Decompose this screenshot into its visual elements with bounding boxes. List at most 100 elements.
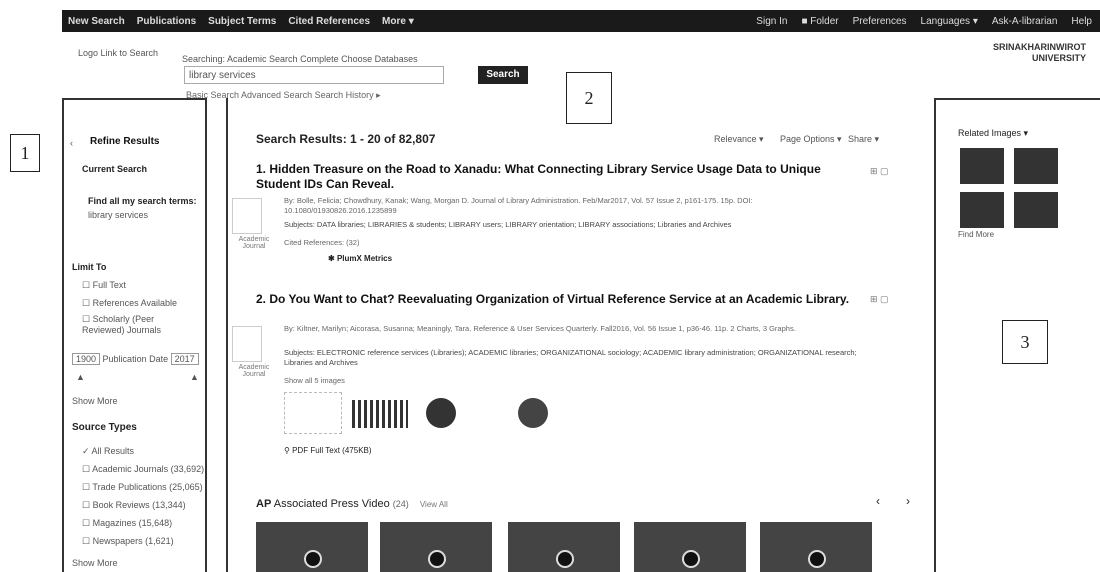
left-collapse-strip[interactable] bbox=[206, 98, 228, 572]
pdf-label: PDF Full Text (475KB) bbox=[292, 446, 372, 455]
related-images-panel: Related Images ▾ Find More bbox=[934, 98, 1100, 572]
nav-subject-terms[interactable]: Subject Terms bbox=[208, 16, 276, 27]
image-thumb-3[interactable] bbox=[426, 398, 456, 428]
plumx-icon: ✱ bbox=[328, 254, 337, 263]
find-all-label: Find all my search terms: bbox=[88, 196, 197, 206]
related-image-3[interactable] bbox=[960, 192, 1004, 228]
nav-publications[interactable]: Publications bbox=[137, 16, 196, 27]
searching-databases: Searching: Academic Search Complete Choo… bbox=[182, 54, 418, 64]
scholarly-label: Scholarly (Peer Reviewed) Journals bbox=[82, 314, 162, 335]
search-terms-value: library services bbox=[88, 210, 149, 220]
trade-publications-option[interactable]: ☐ Trade Publications (25,065) bbox=[82, 482, 203, 493]
nav-more[interactable]: More ▾ bbox=[382, 16, 414, 27]
folder-link[interactable]: ■ Folder bbox=[801, 16, 838, 27]
scholarly-checkbox[interactable]: ☐ Scholarly (Peer Reviewed) Journals bbox=[82, 314, 192, 335]
relevance-sort[interactable]: Relevance ▾ bbox=[714, 134, 764, 145]
full-text-label: Full Text bbox=[92, 280, 126, 290]
help-link[interactable]: Help bbox=[1071, 16, 1092, 27]
book-reviews-option[interactable]: ☐ Book Reviews (13,344) bbox=[82, 500, 186, 511]
pdf-icon: ⚲ bbox=[284, 446, 293, 455]
book-label: Book Reviews (13,344) bbox=[92, 500, 186, 510]
date-slider-right-handle[interactable]: ▲ bbox=[190, 372, 199, 382]
full-text-checkbox[interactable]: ☐ Full Text bbox=[82, 280, 126, 291]
refine-title: Refine Results bbox=[90, 136, 160, 147]
logo-link[interactable]: Logo Link to Search bbox=[78, 48, 158, 58]
sign-in-link[interactable]: Sign In bbox=[756, 16, 787, 27]
search-input[interactable]: library services bbox=[184, 66, 444, 84]
references-checkbox[interactable]: ☐ References Available bbox=[82, 298, 177, 309]
ap-video-title: Associated Press Video bbox=[273, 498, 390, 510]
carousel-next-icon[interactable]: › bbox=[906, 494, 910, 508]
result-2-title[interactable]: 2. Do You Want to Chat? Reevaluating Org… bbox=[256, 292, 856, 307]
languages-menu[interactable]: Languages ▾ bbox=[921, 16, 978, 27]
video-thumb-1[interactable] bbox=[256, 522, 368, 572]
academic-label: Academic Journals (33,692) bbox=[92, 464, 205, 474]
page-options-menu[interactable]: Page Options ▾ bbox=[780, 134, 842, 145]
academic-journals-option[interactable]: ☐ Academic Journals (33,692) bbox=[82, 464, 204, 475]
journal-icon-2 bbox=[232, 326, 262, 362]
nav-new-search[interactable]: New Search bbox=[68, 16, 125, 27]
video-thumb-4[interactable] bbox=[634, 522, 746, 572]
video-thumb-3[interactable] bbox=[508, 522, 620, 572]
magazines-option[interactable]: ☐ Magazines (15,648) bbox=[82, 518, 172, 529]
plumx-label: PlumX Metrics bbox=[336, 254, 393, 263]
refine-results-panel: ‹ Refine Results Current Search Find all… bbox=[62, 98, 207, 572]
ap-logo: AP bbox=[256, 498, 272, 510]
annotation-box-1: 1 bbox=[10, 134, 40, 172]
newspapers-option[interactable]: ☐ Newspapers (1,621) bbox=[82, 536, 174, 547]
image-thumb-2[interactable] bbox=[352, 400, 408, 428]
result-2-citation: By: Kiltner, Marilyn; Aicorasa, Susanna;… bbox=[284, 324, 796, 333]
result-1-title[interactable]: 1. Hidden Treasure on the Road to Xanadu… bbox=[256, 162, 856, 192]
year-to-input[interactable]: 2017 bbox=[170, 353, 199, 365]
pub-date-label: Publication Date bbox=[102, 354, 169, 364]
result-2-subjects: Subjects: ELECTRONIC reference services … bbox=[284, 348, 857, 367]
annotation-number-1: 1 bbox=[20, 142, 30, 163]
results-panel: Search Results: 1 - 20 of 82,807 Relevan… bbox=[228, 98, 918, 572]
pub-date-range: 1900 Publication Date 2017 bbox=[72, 353, 199, 365]
image-thumb-1[interactable] bbox=[284, 392, 342, 434]
search-button[interactable]: Search bbox=[478, 66, 528, 84]
image-thumb-4[interactable] bbox=[518, 398, 548, 428]
collapse-left-icon[interactable]: ‹ bbox=[70, 138, 73, 148]
result-1-citation: By: Bolle, Felicia; Chowdhury, Kanak; Wa… bbox=[284, 196, 753, 215]
share-menu[interactable]: Share ▾ bbox=[848, 134, 879, 145]
video-thumb-5[interactable] bbox=[760, 522, 872, 572]
nav-cited-references[interactable]: Cited References bbox=[288, 16, 370, 27]
show-images-link[interactable]: Show all 5 images bbox=[284, 376, 345, 385]
ap-video-count: (24) bbox=[392, 499, 409, 509]
video-thumb-2[interactable] bbox=[380, 522, 492, 572]
ask-librarian-link[interactable]: Ask-A-librarian bbox=[992, 16, 1058, 27]
references-label: References Available bbox=[92, 298, 177, 308]
view-all-link[interactable]: View All bbox=[420, 500, 448, 509]
find-more-link[interactable]: Find More bbox=[958, 230, 994, 239]
related-image-4[interactable] bbox=[1014, 192, 1058, 228]
ap-video-heading: AP Associated Press Video (24) View All bbox=[256, 498, 448, 510]
result-1-cited-refs[interactable]: Cited References: (32) bbox=[284, 238, 359, 247]
related-image-1[interactable] bbox=[960, 148, 1004, 184]
journal-icon bbox=[232, 198, 262, 234]
university-name: SRINAKHARINWIROT UNIVERSITY bbox=[993, 42, 1086, 63]
carousel-prev-icon[interactable]: ‹ bbox=[876, 494, 880, 508]
plumx-link[interactable]: ✱ PlumX Metrics bbox=[328, 254, 392, 263]
trade-label: Trade Publications (25,065) bbox=[92, 482, 203, 492]
news-label: Newspapers (1,621) bbox=[92, 536, 174, 546]
related-images-heading[interactable]: Related Images ▾ bbox=[958, 128, 1028, 139]
all-results-label: All Results bbox=[91, 446, 135, 456]
result-2-tools-icon[interactable]: ⊞ ▢ bbox=[870, 294, 889, 305]
pdf-full-text-link[interactable]: ⚲ PDF Full Text (475KB) bbox=[284, 446, 372, 455]
results-count: Search Results: 1 - 20 of 82,807 bbox=[256, 132, 436, 146]
result-1-tools-icon[interactable]: ⊞ ▢ bbox=[870, 166, 889, 177]
year-from-input[interactable]: 1900 bbox=[72, 353, 101, 365]
date-slider-left-handle[interactable]: ▲ bbox=[76, 372, 85, 382]
mag-label: Magazines (15,648) bbox=[92, 518, 173, 528]
show-more-link[interactable]: Show More bbox=[72, 396, 118, 406]
limit-to-heading: Limit To bbox=[72, 262, 107, 272]
result-1-doc-type: Academic Journal bbox=[238, 236, 270, 250]
related-image-2[interactable] bbox=[1014, 148, 1058, 184]
folder-label: Folder bbox=[810, 15, 839, 27]
all-results-option[interactable]: ✓ All Results bbox=[82, 446, 134, 457]
current-search-heading: Current Search bbox=[82, 164, 148, 174]
result-1-subjects: Subjects: DATA libraries; LIBRARIES & st… bbox=[284, 220, 732, 229]
show-more-sources-link[interactable]: Show More bbox=[72, 558, 118, 568]
preferences-link[interactable]: Preferences bbox=[853, 16, 907, 27]
